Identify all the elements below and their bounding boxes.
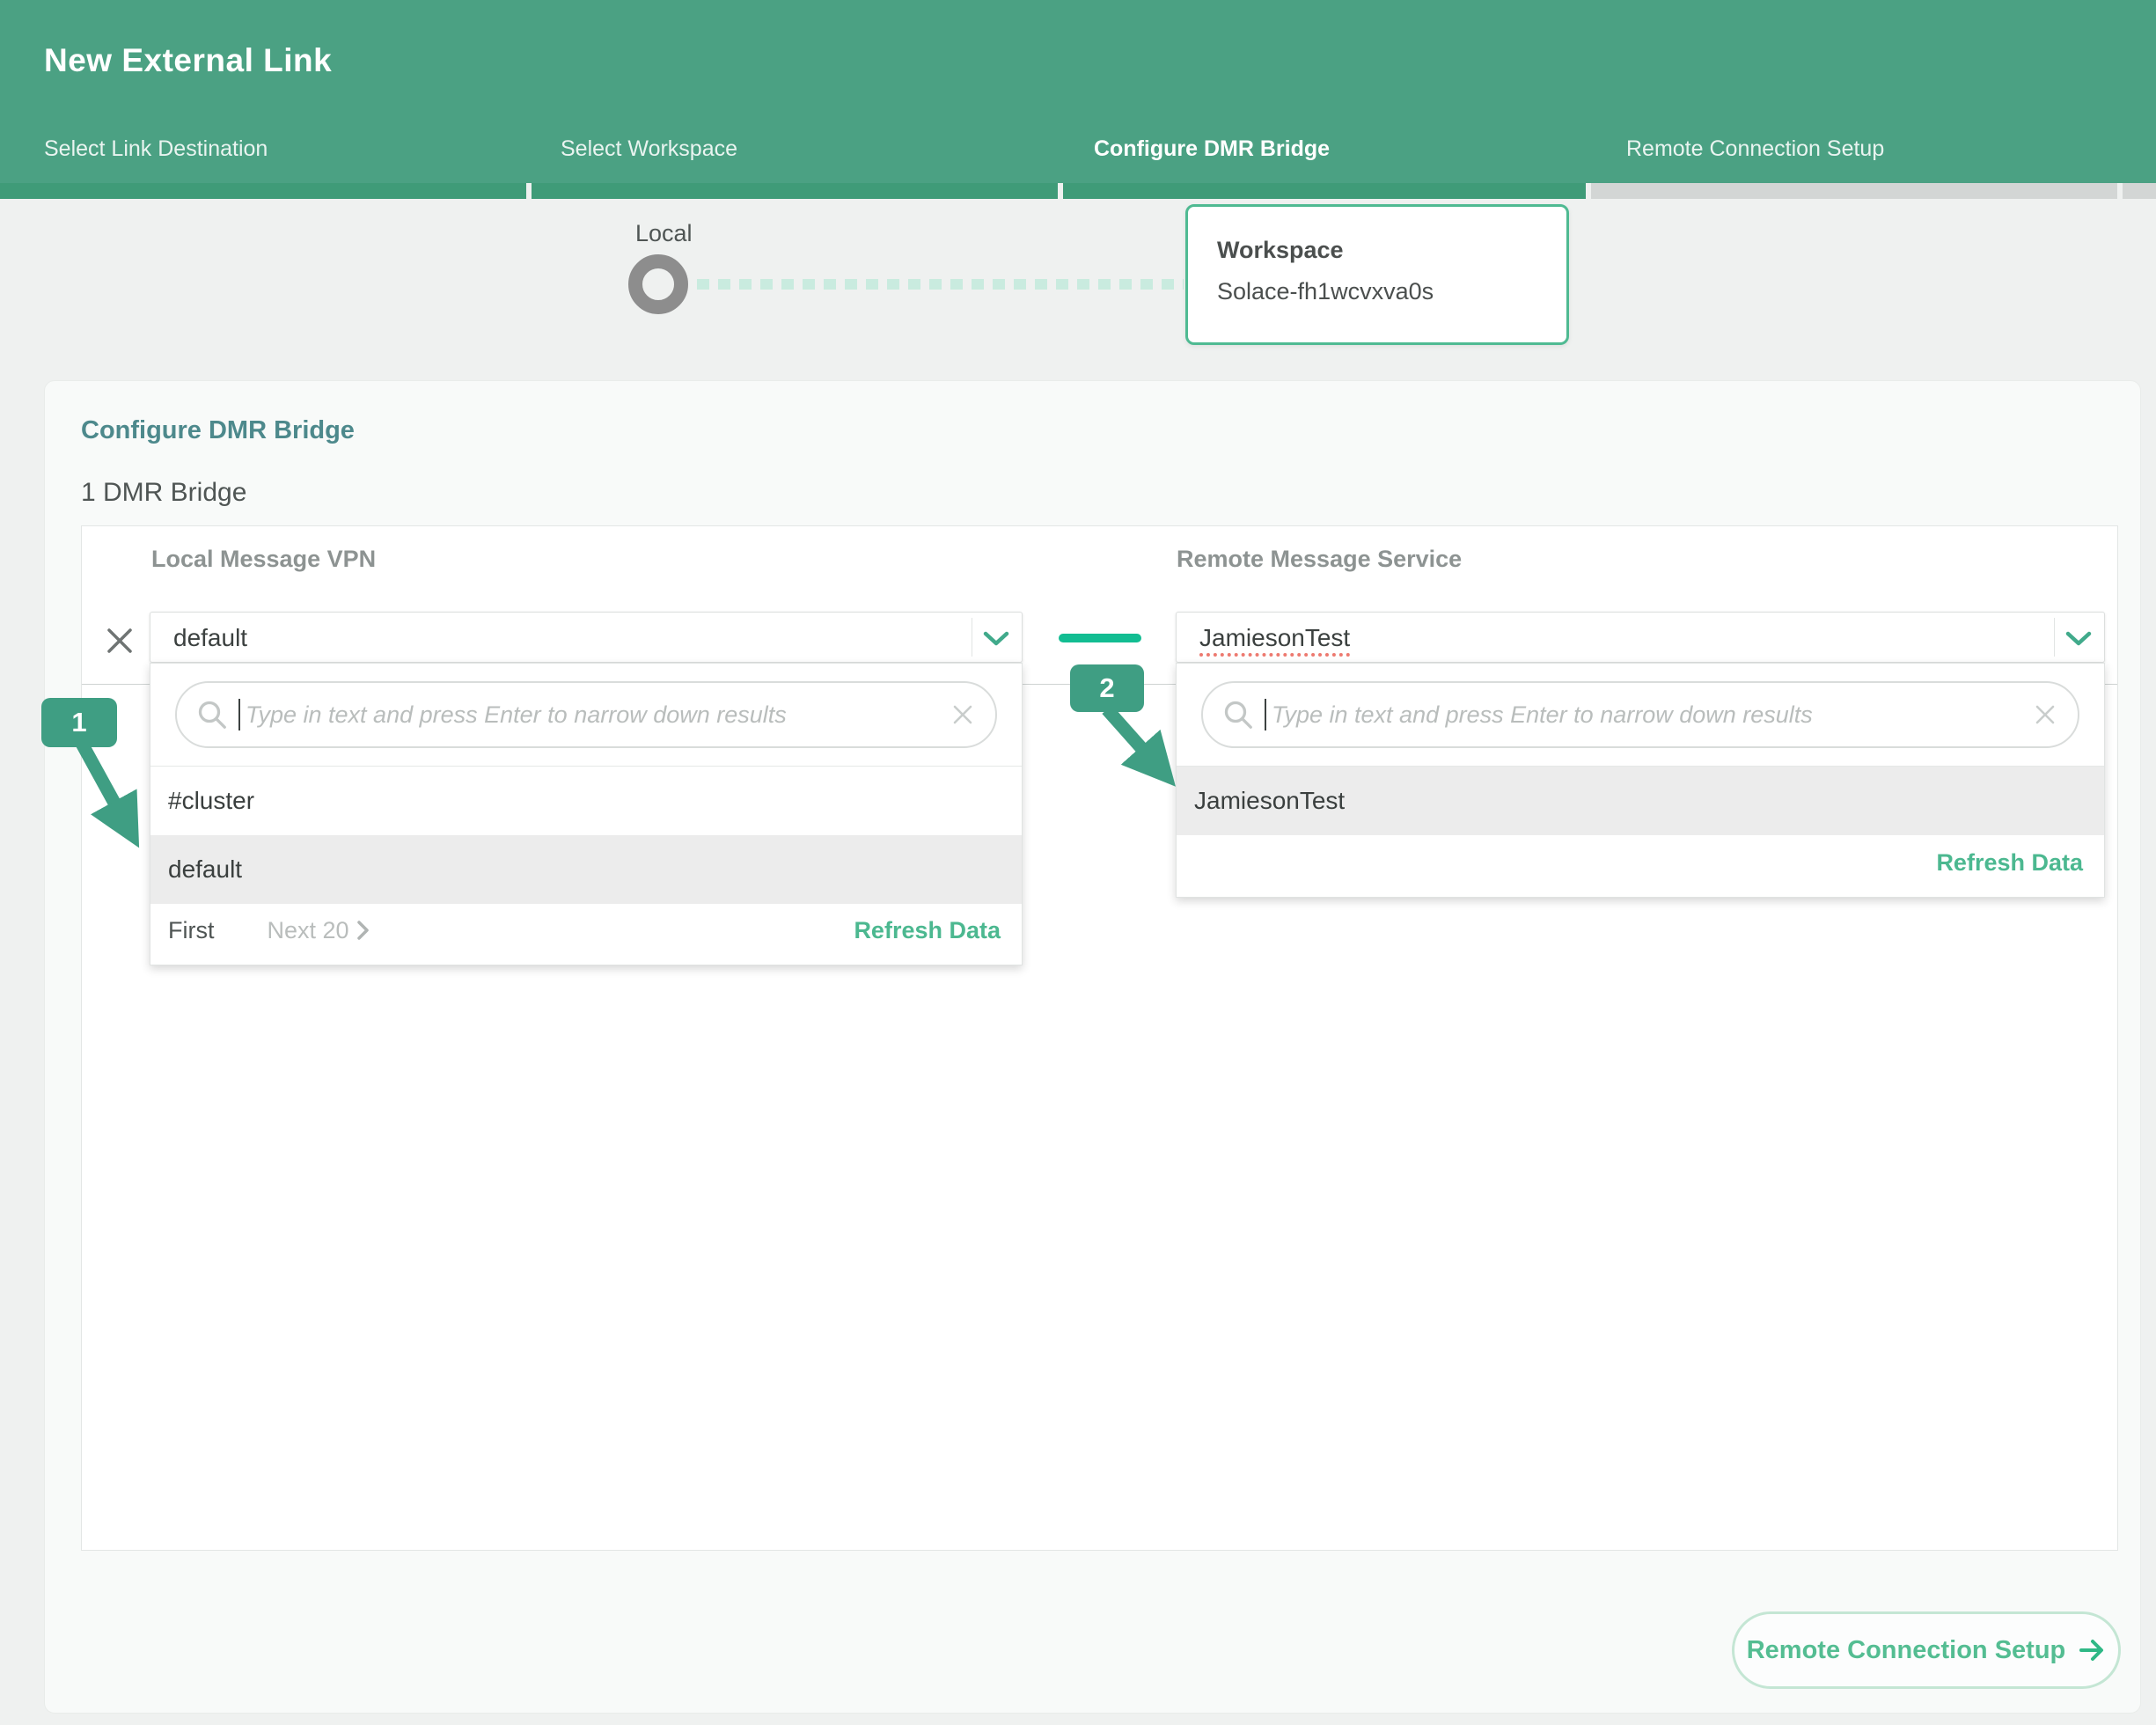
- tab-underline-1: [0, 183, 526, 199]
- workspace-card: Workspace Solace-fh1wcvxva0s: [1185, 204, 1569, 345]
- local-vpn-dropdown-footer: First Next 20 Refresh Data: [150, 896, 1022, 965]
- tab-underline-5-fragment: [2123, 183, 2156, 199]
- tab-underline-4: [1591, 183, 2117, 199]
- remote-connection-setup-button-label: Remote Connection Setup: [1747, 1636, 2066, 1665]
- clear-search-icon[interactable]: [2032, 701, 2058, 728]
- bridge-dotted-connector: [697, 279, 1184, 290]
- clear-search-icon[interactable]: [950, 701, 976, 728]
- tab-underline-2: [532, 183, 1058, 199]
- local-vpn-select[interactable]: default: [150, 612, 1023, 663]
- arrow-right-icon: [2078, 1636, 2106, 1664]
- remote-service-selected-value: JamiesonTest: [1199, 624, 1350, 657]
- local-vpn-dropdown: #cluster default First Next 20 Refresh D…: [150, 663, 1023, 965]
- page-title: New External Link: [44, 42, 332, 79]
- remote-service-select[interactable]: JamiesonTest: [1176, 612, 2105, 663]
- search-icon: [1222, 699, 1254, 730]
- remote-connection-setup-button[interactable]: Remote Connection Setup: [1732, 1611, 2121, 1689]
- annotation-arrow-1: [44, 735, 185, 876]
- tab-select-workspace[interactable]: Select Workspace: [561, 136, 737, 162]
- pagination-first[interactable]: First: [168, 917, 214, 944]
- remote-service-search-input[interactable]: [1272, 701, 2032, 729]
- tab-remote-connection-setup[interactable]: Remote Connection Setup: [1626, 136, 1884, 162]
- remote-service-search: [1201, 681, 2079, 748]
- tab-configure-dmr-bridge[interactable]: Configure DMR Bridge: [1094, 136, 1330, 162]
- tab-select-link-destination[interactable]: Select Link Destination: [44, 136, 268, 162]
- option-default[interactable]: default: [150, 835, 1022, 904]
- local-vpn-search-input[interactable]: [246, 701, 950, 729]
- local-vpn-selected-value: default: [173, 624, 247, 652]
- chevron-down-icon: [983, 631, 1009, 647]
- pagination-next[interactable]: Next 20: [267, 917, 370, 944]
- local-vpn-search: [175, 681, 997, 748]
- text-caret: [1265, 699, 1266, 730]
- remove-bridge-row-icon[interactable]: [104, 625, 136, 657]
- local-node-ring-icon: [628, 254, 688, 314]
- local-vpn-options: #cluster default: [150, 766, 1022, 904]
- remote-service-dropdown: JamiesonTest Refresh Data: [1176, 663, 2105, 898]
- select-divider: [2054, 618, 2055, 657]
- pagination-next-label: Next 20: [267, 917, 348, 944]
- annotation-badge-1: 1: [41, 698, 117, 747]
- bridge-count-label: 1 DMR Bridge: [81, 478, 246, 508]
- refresh-data-link[interactable]: Refresh Data: [1936, 849, 2083, 877]
- annotation-badge-2: 2: [1070, 664, 1144, 712]
- column-header-remote-message-service: Remote Message Service: [1177, 546, 1462, 573]
- bridge-link-dash: [1059, 634, 1141, 642]
- tab-underline-3: [1063, 183, 1586, 199]
- refresh-data-link[interactable]: Refresh Data: [854, 917, 1001, 944]
- search-icon: [196, 699, 228, 730]
- option-jamiesontest[interactable]: JamiesonTest: [1177, 767, 2104, 835]
- remote-service-dropdown-footer: Refresh Data: [1177, 828, 2104, 897]
- workspace-card-title: Workspace: [1217, 237, 1566, 264]
- annotation-arrow-2: [1082, 704, 1223, 818]
- remote-service-options: JamiesonTest: [1177, 766, 2104, 835]
- chevron-down-icon: [2065, 631, 2092, 647]
- workspace-card-name: Solace-fh1wcvxva0s: [1217, 278, 1566, 305]
- chevron-right-icon: [356, 920, 370, 941]
- option-cluster[interactable]: #cluster: [150, 767, 1022, 835]
- local-node-label: Local: [635, 220, 693, 247]
- column-header-local-message-vpn: Local Message VPN: [151, 546, 376, 573]
- panel-heading: Configure DMR Bridge: [81, 416, 355, 445]
- text-caret: [238, 699, 240, 730]
